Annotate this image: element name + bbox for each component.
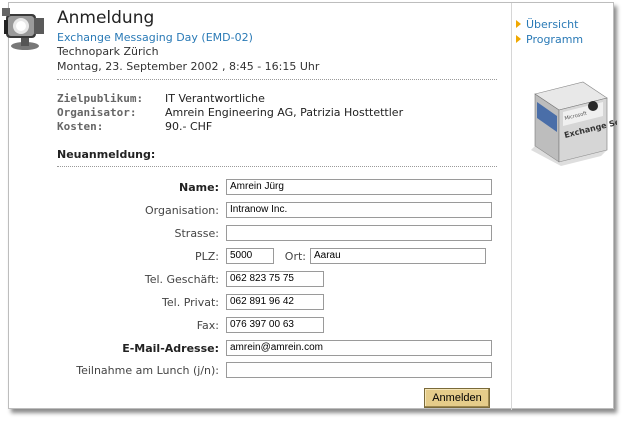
name-label: Name:: [179, 181, 219, 194]
spotlight-icon: [2, 8, 44, 50]
lunch-input[interactable]: [226, 362, 492, 378]
tel-privat-input[interactable]: 062 891 96 42: [226, 294, 324, 310]
fax-input[interactable]: 076 397 00 63: [226, 317, 324, 333]
exchange-server-box-icon: Microsoft Exchange Server: [531, 81, 617, 166]
tel-geschaeft-label: Tel. Geschäft:: [144, 273, 219, 286]
tel-privat-label: Tel. Privat:: [162, 296, 219, 309]
arrow-right-icon: [516, 20, 521, 28]
meta-zielpublikum: Zielpublikum: IT Verantwortliche: [57, 92, 265, 105]
organisation-input[interactable]: Intranow Inc.: [226, 202, 492, 218]
name-input[interactable]: Amrein Jürg: [226, 179, 492, 195]
sidebar-link-uebersicht[interactable]: Übersicht: [516, 18, 578, 31]
ort-input[interactable]: Aarau: [310, 248, 486, 264]
sidebar-link-programm[interactable]: Programm: [516, 33, 583, 46]
tel-geschaeft-input[interactable]: 062 823 75 75: [226, 271, 324, 287]
page-title: Anmeldung: [57, 8, 155, 28]
ort-label: Ort:: [284, 250, 306, 263]
event-datetime: Montag, 23. September 2002 , 8:45 - 16:1…: [57, 60, 320, 73]
divider: [57, 79, 497, 80]
email-input[interactable]: amrein@amrein.com: [226, 340, 492, 356]
sidebar-link-label: Programm: [526, 33, 584, 46]
lunch-label: Teilnahme am Lunch (j/n):: [76, 364, 219, 377]
strasse-input[interactable]: [226, 225, 492, 241]
arrow-right-icon: [516, 35, 521, 43]
plz-input[interactable]: 5000: [226, 248, 274, 264]
sidebar: [511, 3, 615, 410]
section-title: Neuanmeldung:: [57, 148, 156, 161]
plz-label: PLZ:: [194, 250, 219, 263]
meta-value: 90.- CHF: [165, 120, 213, 133]
meta-value: Amrein Engineering AG, Patrizia Hosttett…: [165, 106, 404, 119]
event-subtitle: Exchange Messaging Day (EMD-02): [57, 31, 253, 44]
divider: [57, 166, 497, 167]
meta-label: Kosten:: [57, 120, 104, 133]
organisation-label: Organisation:: [145, 204, 219, 217]
sidebar-link-label: Übersicht: [526, 18, 579, 31]
email-label: E-Mail-Adresse:: [122, 342, 219, 355]
meta-kosten: Kosten: 90.- CHF: [57, 120, 212, 133]
meta-label: Organisator:: [57, 106, 137, 119]
fax-label: Fax:: [196, 319, 219, 332]
strasse-label: Strasse:: [174, 227, 220, 240]
anmelden-button[interactable]: Anmelden: [424, 388, 490, 408]
event-location: Technopark Zürich: [57, 45, 159, 58]
meta-value: IT Verantwortliche: [165, 92, 265, 105]
meta-label: Zielpublikum:: [57, 92, 144, 105]
meta-organisator: Organisator: Amrein Engineering AG, Patri…: [57, 106, 403, 119]
